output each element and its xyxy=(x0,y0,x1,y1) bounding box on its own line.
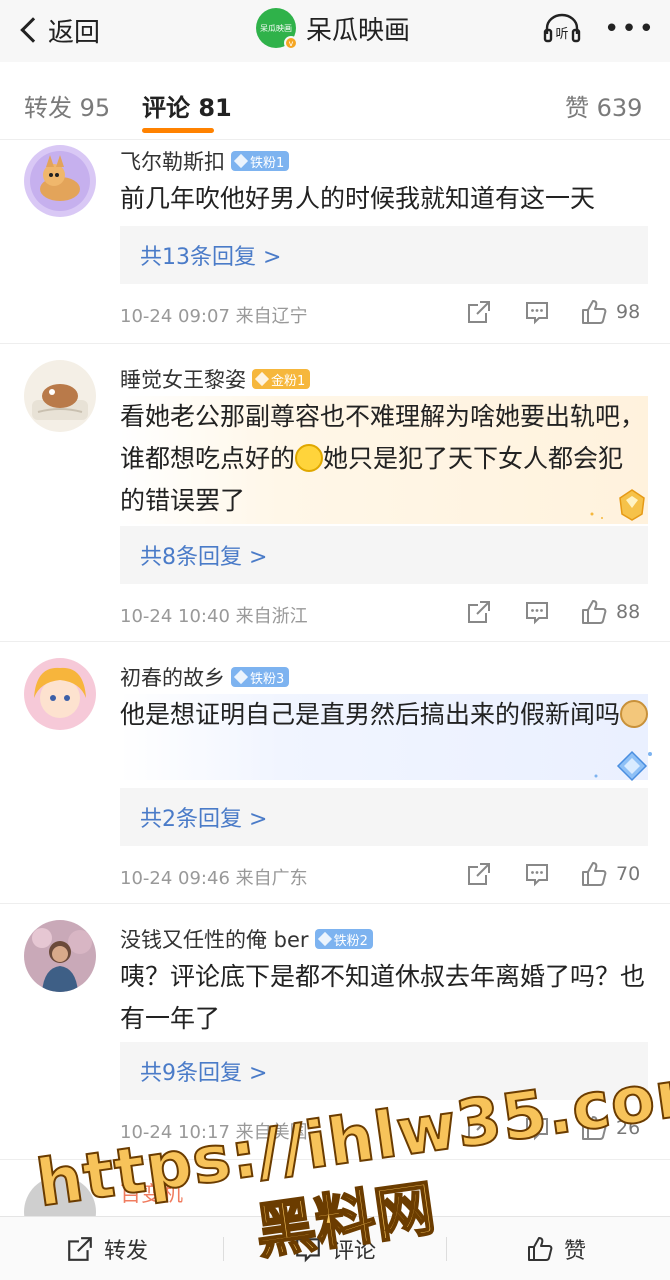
fan-badge-label: 铁粉1 xyxy=(250,155,285,171)
comment-actions: 88 xyxy=(466,598,640,626)
top-nav-bar: 返回 呆瓜映画 v 呆瓜映画 听 ••• xyxy=(0,0,670,62)
like-thumb-icon xyxy=(528,1237,553,1261)
comment-actions: 98 xyxy=(466,298,640,326)
tab-comments[interactable]: 评论 81 xyxy=(142,88,232,123)
share-icon[interactable] xyxy=(466,599,492,625)
like-thumb-icon[interactable] xyxy=(580,598,608,626)
comment-header: 睡觉女王黎姿 金粉1 xyxy=(120,364,311,394)
doge-emoji-icon xyxy=(620,700,649,728)
comment-icon[interactable] xyxy=(524,1115,550,1141)
fan-badge: 金粉1 xyxy=(252,369,311,389)
fan-badge-label: 金粉1 xyxy=(271,373,306,389)
fan-badge-label: 铁粉3 xyxy=(250,671,285,687)
reply-count-button[interactable]: 共8条回复 > xyxy=(120,526,648,584)
comment-text-part: 他是想证明自己是直男然后搞出来的假新闻吗 xyxy=(120,700,621,729)
chevron-left-icon xyxy=(20,17,46,43)
bottom-action-bar: 转发 评论 赞 xyxy=(0,1216,670,1280)
comment-text: 看她老公那副尊容也不难理解为啥她要出轨吧，谁都想吃点好的 她只是犯了天下女人都会犯… xyxy=(120,396,648,524)
comment-icon[interactable] xyxy=(524,299,550,325)
laughing-emoji-icon xyxy=(295,444,324,472)
repost-label: 转发 xyxy=(104,1239,149,1264)
like-thumb-icon[interactable] xyxy=(580,860,608,888)
reply-count-button[interactable]: 共9条回复 > xyxy=(120,1042,648,1100)
like-count: 98 xyxy=(616,301,641,323)
repost-button[interactable]: 转发 xyxy=(66,1217,148,1280)
comment-actions: 70 xyxy=(466,860,640,888)
back-label: 返回 xyxy=(48,17,101,48)
like-count: 26 xyxy=(616,1117,641,1139)
reply-count-button[interactable]: 共2条回复 > xyxy=(120,788,648,846)
comment-header: 初春的故乡 铁粉3 xyxy=(120,662,290,692)
like-button[interactable]: 赞 xyxy=(526,1217,586,1280)
account-logo: 呆瓜映画 v xyxy=(256,8,298,50)
like-label: 赞 xyxy=(564,1239,587,1264)
comment-actions: 26 xyxy=(466,1114,640,1142)
fan-badge-label: 铁粉2 xyxy=(333,933,368,949)
fan-badge: 铁粉3 xyxy=(231,667,290,687)
comment-meta: 10-24 09:46 来自广东 xyxy=(120,868,308,889)
commenter-name[interactable]: 没钱又任性的俺 ber xyxy=(120,924,309,954)
comment-icon xyxy=(296,1238,320,1263)
comment-item: 初春的故乡 铁粉3 他是想证明自己是直男然后搞出来的假新闻吗 共2条回复 > 1… xyxy=(0,642,670,904)
avatar[interactable] xyxy=(24,658,96,730)
like-count: 88 xyxy=(616,601,641,623)
commenter-name[interactable]: 百变机 xyxy=(120,1178,183,1208)
commenter-name[interactable]: 飞尔勒斯扣 xyxy=(120,146,225,176)
comment-item: 飞尔勒斯扣 铁粉1 前几年吹他好男人的时候我就知道有这一天 共13条回复 > 1… xyxy=(0,140,670,344)
iron-fan-decoration-icon xyxy=(594,750,652,782)
fan-badge: 铁粉1 xyxy=(231,151,290,171)
share-icon xyxy=(68,1237,92,1261)
fan-badge: 铁粉2 xyxy=(314,929,373,949)
crown-icon xyxy=(254,371,270,387)
like-thumb-icon[interactable] xyxy=(580,298,608,326)
share-icon[interactable] xyxy=(466,299,492,325)
comment-header: 没钱又任性的俺 ber 铁粉2 xyxy=(120,924,373,954)
reply-count-button[interactable]: 共13条回复 > xyxy=(120,226,648,284)
comment-label: 评论 xyxy=(332,1239,377,1264)
comment-icon[interactable] xyxy=(524,861,550,887)
avatar[interactable] xyxy=(24,360,96,432)
comment-meta: 10-24 10:40 来自浙江 xyxy=(120,606,308,627)
commenter-name[interactable]: 初春的故乡 xyxy=(120,662,225,692)
comment-text: 咦？评论底下是都不知道休叔去年离婚了吗？也有一年了 xyxy=(120,962,646,1033)
gold-fan-decoration-icon xyxy=(590,489,645,521)
listen-label: 听 xyxy=(555,27,568,42)
page-title: 呆瓜映画 xyxy=(306,15,411,46)
listen-headphone-icon[interactable]: 听 xyxy=(542,12,582,44)
account-title[interactable]: 呆瓜映画 v 呆瓜映画 xyxy=(256,6,410,50)
account-logo-text: 呆瓜映画 xyxy=(260,23,292,33)
comment-meta: 10-24 09:07 来自辽宁 xyxy=(120,306,308,327)
tab-likes[interactable]: 赞 639 xyxy=(565,88,642,123)
tab-repost[interactable]: 转发 95 xyxy=(24,88,110,123)
divider xyxy=(446,1237,447,1261)
diamond-icon xyxy=(233,153,249,169)
comment-icon[interactable] xyxy=(524,599,550,625)
comment-header: 飞尔勒斯扣 铁粉1 xyxy=(120,146,290,176)
comment-text: 前几年吹他好男人的时候我就知道有这一天 xyxy=(120,184,596,213)
tab-bar: 转发 95 评论 81 赞 639 xyxy=(0,62,670,140)
avatar[interactable] xyxy=(24,920,96,992)
comment-text: 他是想证明自己是直男然后搞出来的假新闻吗 xyxy=(120,694,649,780)
commenter-name[interactable]: 睡觉女王黎姿 xyxy=(120,364,246,394)
comment-button[interactable]: 评论 xyxy=(294,1217,376,1280)
comment-meta: 10-24 10:17 来自美国 xyxy=(120,1122,308,1143)
share-icon[interactable] xyxy=(466,1115,492,1141)
like-count: 70 xyxy=(616,863,641,885)
share-icon[interactable] xyxy=(466,861,492,887)
diamond-icon xyxy=(317,931,332,947)
comment-item: 睡觉女王黎姿 金粉1 看她老公那副尊容也不难理解为啥她要出轨吧，谁都想吃点好的她… xyxy=(0,344,670,642)
like-thumb-icon[interactable] xyxy=(580,1114,608,1142)
avatar[interactable] xyxy=(24,145,96,217)
back-button[interactable]: 返回 xyxy=(18,8,100,52)
active-tab-indicator xyxy=(142,128,214,133)
divider xyxy=(223,1237,224,1261)
verified-badge-icon: v xyxy=(284,36,298,50)
diamond-icon xyxy=(233,669,249,685)
comment-item: 没钱又任性的俺 ber 铁粉2 咦？评论底下是都不知道休叔去年离婚了吗？也有一年… xyxy=(0,904,670,1160)
more-options-button[interactable]: ••• xyxy=(604,14,656,44)
